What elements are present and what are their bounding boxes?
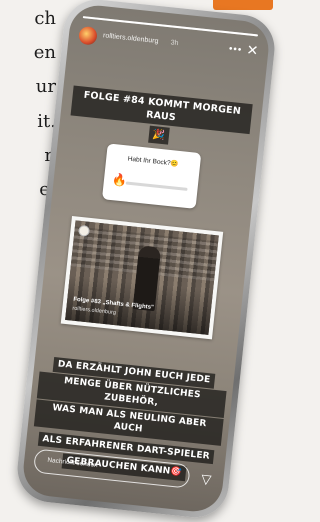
party-popper-icon: 🎉 <box>152 129 166 142</box>
send-icon[interactable]: ▽ <box>200 471 213 488</box>
more-dots-icon[interactable]: ••• <box>228 44 243 56</box>
story-headline: FOLGE #84 KOMMT MORGEN RAUS 🎉 <box>69 85 253 153</box>
story-header: rolltiers.oldenburg 3h ••• ✕ <box>78 24 259 65</box>
headline-text: FOLGE #84 KOMMT MORGEN RAUS <box>83 89 242 124</box>
article-line: ur <box>35 76 56 97</box>
story-time: 3h <box>170 39 179 48</box>
reply-placeholder: Nachricht senden <box>47 456 99 470</box>
story-username[interactable]: rolltiers.oldenburg <box>103 32 159 45</box>
emoji-slider-poll[interactable]: Habt Ihr Bock?😊 🔥 <box>101 143 202 209</box>
fire-icon[interactable]: 🔥 <box>111 172 127 187</box>
profile-avatar[interactable] <box>78 25 98 46</box>
headline-emoji-box: 🎉 <box>147 125 171 145</box>
poll-question: Habt Ihr Bock?😊 <box>127 155 179 168</box>
orange-accent-tab <box>213 0 273 10</box>
emoji-slider-track[interactable] <box>125 181 188 191</box>
close-icon[interactable]: ✕ <box>246 41 259 59</box>
article-line: en <box>33 42 56 63</box>
shared-post-card[interactable]: Folge #83 „Shafts & Flights" rolltiers.o… <box>60 216 224 340</box>
article-line: ch <box>34 8 56 29</box>
